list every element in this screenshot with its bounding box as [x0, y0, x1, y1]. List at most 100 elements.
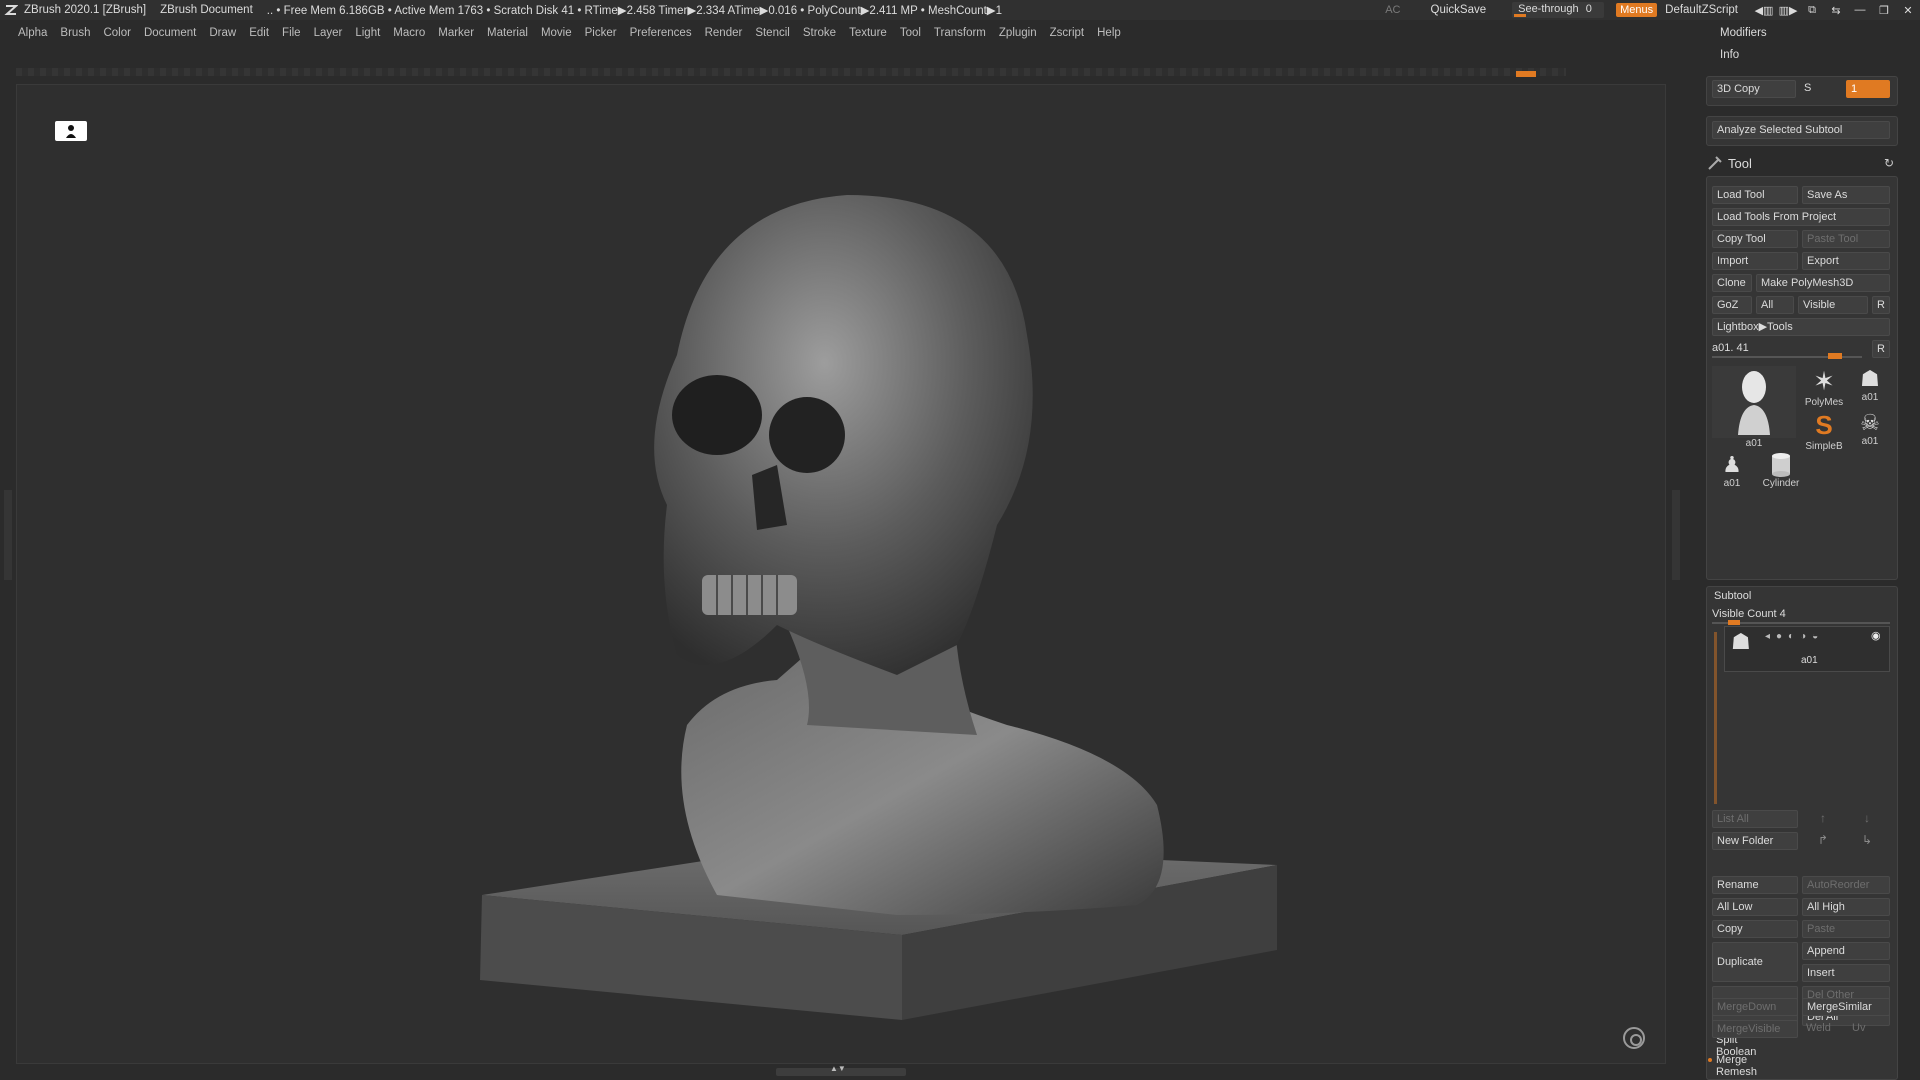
s-value-field[interactable]: 1	[1846, 80, 1890, 98]
menu-brush[interactable]: Brush	[60, 27, 90, 39]
bottom-shelf-handle[interactable]	[776, 1064, 906, 1076]
analyze-subtool-button[interactable]: Analyze Selected Subtool	[1712, 121, 1890, 139]
move-down-icon[interactable]: ↓	[1864, 811, 1870, 825]
make-polymesh3d-button[interactable]: Make PolyMesh3D	[1756, 274, 1890, 292]
windows-icon[interactable]: ⧉	[1800, 0, 1824, 20]
layout-left-icon[interactable]: ◀▥	[1752, 0, 1776, 20]
goz-visible-button[interactable]: Visible	[1798, 296, 1868, 314]
tool-title[interactable]: Tool	[1728, 156, 1752, 171]
tool-thumb-cylinder[interactable]: Cylinder	[1756, 452, 1806, 489]
lightbox-tools-button[interactable]: Lightbox▶Tools	[1712, 318, 1890, 336]
menu-draw[interactable]: Draw	[209, 27, 236, 39]
tool-thumb-a01-b[interactable]: ☗ a01	[1850, 366, 1890, 403]
mergevisible-button[interactable]: MergeVisible	[1712, 1020, 1798, 1038]
goz-button[interactable]: GoZ	[1712, 296, 1752, 314]
eye-icon[interactable]: ◉	[1871, 629, 1881, 642]
menu-macro[interactable]: Macro	[393, 27, 425, 39]
menu-edit[interactable]: Edit	[249, 27, 269, 39]
see-through-slider[interactable]: See-through 0	[1512, 2, 1605, 18]
tool-thumb-a01-d[interactable]: ♟ a01	[1712, 452, 1752, 489]
left-shelf-handle[interactable]	[4, 490, 12, 580]
subtool-title[interactable]: Subtool	[1714, 590, 1751, 602]
tool-slider-knob[interactable]	[1828, 353, 1842, 359]
menu-color[interactable]: Color	[103, 27, 130, 39]
close-icon[interactable]: ✕	[1896, 0, 1920, 20]
menu-material[interactable]: Material	[487, 27, 528, 39]
save-as-button[interactable]: Save As	[1802, 186, 1890, 204]
tool-thumb-polymesh[interactable]: ✶ PolyMes	[1802, 366, 1846, 408]
tool-thumb-a01-c[interactable]: ☠ a01	[1850, 410, 1890, 447]
info-menu[interactable]: Info	[1700, 44, 1920, 66]
goz-all-button[interactable]: All	[1756, 296, 1794, 314]
append-button[interactable]: Append	[1802, 942, 1890, 960]
load-tools-from-project-button[interactable]: Load Tools From Project	[1712, 208, 1890, 226]
import-button[interactable]: Import	[1712, 252, 1798, 270]
move-up-icon[interactable]: ↑	[1820, 811, 1826, 825]
menu-movie[interactable]: Movie	[541, 27, 572, 39]
menu-document[interactable]: Document	[144, 27, 196, 39]
modifiers-menu[interactable]: Modifiers	[1700, 22, 1920, 44]
load-tool-button[interactable]: Load Tool	[1712, 186, 1798, 204]
layout-right-icon[interactable]: ▥▶	[1776, 0, 1800, 20]
goz-r-button[interactable]: R	[1872, 296, 1890, 314]
right-shelf-handle[interactable]	[1672, 490, 1680, 580]
all-low-button[interactable]: All Low	[1712, 898, 1798, 916]
menu-alpha[interactable]: Alpha	[18, 27, 47, 39]
boolean-menu[interactable]: Boolean	[1716, 1046, 1756, 1058]
menu-zplugin[interactable]: Zplugin	[999, 27, 1037, 39]
menu-stroke[interactable]: Stroke	[803, 27, 836, 39]
menu-layer[interactable]: Layer	[314, 27, 343, 39]
canvas-viewport[interactable]	[16, 84, 1666, 1064]
ac-label[interactable]: AC	[1385, 4, 1400, 16]
copy-button[interactable]: Copy	[1712, 920, 1798, 938]
subtool-item[interactable]: ☗ ◂●◐◑◒ ◉ a01	[1724, 626, 1890, 672]
folder-down-icon[interactable]: ↳	[1862, 833, 1872, 847]
menu-help[interactable]: Help	[1097, 27, 1121, 39]
weld-button[interactable]: Weld	[1806, 1022, 1831, 1034]
subtool-scrollbar[interactable]	[1714, 632, 1717, 804]
menus-toggle[interactable]: Menus	[1616, 3, 1658, 17]
menu-texture[interactable]: Texture	[849, 27, 887, 39]
menu-render[interactable]: Render	[705, 27, 743, 39]
swap-icon[interactable]: ⇆	[1824, 0, 1848, 20]
paste-button[interactable]: Paste	[1802, 920, 1890, 938]
clone-button[interactable]: Clone	[1712, 274, 1752, 292]
remesh-menu[interactable]: Remesh	[1716, 1066, 1757, 1078]
menu-zscript[interactable]: Zscript	[1050, 27, 1085, 39]
restore-icon[interactable]: ❐	[1872, 0, 1896, 20]
tool-r-button[interactable]: R	[1872, 340, 1890, 358]
uv-button[interactable]: Uv	[1852, 1022, 1865, 1034]
timeline-ruler[interactable]	[16, 68, 1566, 77]
menu-light[interactable]: Light	[355, 27, 380, 39]
subtool-toggle-icons[interactable]: ◂●◐◑◒	[1765, 631, 1824, 642]
menu-marker[interactable]: Marker	[438, 27, 474, 39]
menu-preferences[interactable]: Preferences	[630, 27, 692, 39]
quicksave-button[interactable]: QuickSave	[1431, 4, 1487, 16]
mergesimilar-button[interactable]: MergeSimilar	[1802, 998, 1890, 1016]
rename-button[interactable]: Rename	[1712, 876, 1798, 894]
3d-copy-button[interactable]: 3D Copy	[1712, 80, 1796, 98]
duplicate-button[interactable]: Duplicate	[1712, 942, 1798, 982]
tool-thumb-simplebrush[interactable]: S SimpleB	[1802, 410, 1846, 452]
tool-thumb-main[interactable]: a01	[1712, 366, 1796, 449]
paste-tool-button[interactable]: Paste Tool	[1802, 230, 1890, 248]
list-all-button[interactable]: List All	[1712, 810, 1798, 828]
menu-stencil[interactable]: Stencil	[755, 27, 790, 39]
all-high-button[interactable]: All High	[1802, 898, 1890, 916]
copy-tool-button[interactable]: Copy Tool	[1712, 230, 1798, 248]
insert-button[interactable]: Insert	[1802, 964, 1890, 982]
reset-icon[interactable]: ↻	[1884, 156, 1894, 170]
menu-picker[interactable]: Picker	[585, 27, 617, 39]
menu-transform[interactable]: Transform	[934, 27, 986, 39]
menu-file[interactable]: File	[282, 27, 301, 39]
menu-tool[interactable]: Tool	[900, 27, 921, 39]
folder-up-icon[interactable]: ↱	[1818, 833, 1828, 847]
navigation-icon[interactable]	[1623, 1027, 1645, 1049]
autoreorder-button[interactable]: AutoReorder	[1802, 876, 1890, 894]
timeline-marker[interactable]	[1516, 71, 1536, 77]
minimize-icon[interactable]: —	[1848, 0, 1872, 20]
export-button[interactable]: Export	[1802, 252, 1890, 270]
new-folder-button[interactable]: New Folder	[1712, 832, 1798, 850]
default-zscript-button[interactable]: DefaultZScript	[1665, 4, 1738, 16]
visible-count-knob[interactable]	[1728, 620, 1740, 625]
